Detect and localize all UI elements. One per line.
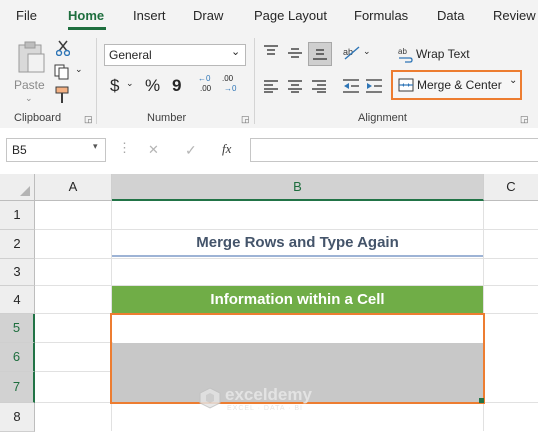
fill-handle[interactable] [479, 398, 484, 403]
decrease-decimal-button[interactable]: .00 →0 [222, 74, 242, 96]
group-separator [254, 38, 255, 124]
tab-insert[interactable]: Insert [133, 8, 166, 23]
tab-review[interactable]: Review [493, 8, 536, 23]
watermark-brand: exceldemy [225, 385, 312, 404]
arrow-left-icon: ←0 [198, 74, 211, 83]
wrap-text-button[interactable]: ab Wrap Text [397, 44, 471, 66]
increase-decimal-icon: .00 [200, 84, 212, 93]
name-box[interactable]: B5 ▾ [6, 138, 106, 162]
tab-draw[interactable]: Draw [193, 8, 223, 23]
tab-formulas[interactable]: Formulas [354, 8, 408, 23]
number-group-label: Number [147, 112, 187, 124]
increase-decimal-button[interactable]: ←0 .00 [198, 74, 218, 96]
gridline [35, 342, 113, 343]
formula-bar: B5 ▾ ⋮ ✕ ✓ fx [0, 128, 538, 175]
gridline [35, 371, 113, 372]
increase-indent-icon[interactable] [365, 78, 383, 94]
arrow-right-icon: →0 [224, 84, 237, 93]
tab-data[interactable]: Data [437, 8, 464, 23]
row-header-3[interactable]: 3 [0, 259, 35, 286]
tab-file[interactable]: File [16, 8, 37, 23]
watermark: exceldemy EXCEL · DATA · BI [197, 384, 341, 414]
clipboard-group-label: Clipboard [14, 112, 62, 124]
formula-input[interactable] [250, 138, 538, 162]
column-header-a[interactable]: A [35, 174, 112, 201]
watermark-tagline: EXCEL · DATA · BI [227, 405, 303, 412]
middle-align-icon[interactable] [287, 46, 303, 60]
align-left-icon[interactable] [263, 79, 279, 93]
merge-center-button[interactable]: Merge & Center ⌄ [391, 70, 522, 100]
tab-home[interactable]: Home [68, 8, 104, 23]
orientation-icon[interactable]: ab [342, 43, 362, 61]
wrap-text-label: Wrap Text [416, 47, 470, 61]
column-header-b[interactable]: B [112, 174, 484, 201]
paste-icon [18, 41, 45, 73]
tab-page-layout[interactable]: Page Layout [254, 8, 327, 23]
chevron-down-icon: ⌄ [231, 46, 241, 58]
orientation-dropdown-icon[interactable]: ⌄ [363, 46, 371, 57]
currency-button[interactable]: $ [110, 76, 119, 96]
paste-dropdown-icon[interactable]: ⌄ [25, 93, 33, 104]
row-header-7[interactable]: 7 [0, 372, 35, 403]
ribbon-tab-bar: File Home Insert Draw Page Layout Formul… [0, 0, 538, 32]
copy-dropdown-icon[interactable]: ⌄ [75, 64, 83, 75]
percent-button[interactable]: % [145, 76, 160, 96]
clipboard-dialog-launcher-icon[interactable]: ◲ [84, 114, 93, 125]
column-header-c[interactable]: C [484, 174, 538, 201]
active-tab-indicator [68, 27, 106, 30]
row-header-6[interactable]: 6 [0, 343, 35, 372]
row-header-8[interactable]: 8 [0, 403, 35, 432]
paste-label: Paste [14, 78, 45, 92]
bottom-align-icon [313, 49, 327, 60]
row-header-4[interactable]: 4 [0, 286, 35, 314]
cut-icon[interactable] [56, 40, 70, 56]
alignment-group-label: Alignment [358, 112, 407, 124]
chevron-down-icon[interactable]: ▾ [93, 141, 98, 152]
copy-icon[interactable] [54, 64, 70, 80]
currency-dropdown-icon[interactable]: ⌄ [126, 78, 134, 89]
align-right-icon[interactable] [311, 79, 327, 93]
title-underline [112, 255, 483, 257]
cancel-icon[interactable]: ✕ [148, 142, 159, 158]
decrease-indent-icon[interactable] [342, 78, 360, 94]
svg-text:ab: ab [398, 47, 407, 56]
comma-style-button[interactable]: 9 [172, 76, 181, 96]
merge-center-label: Merge & Center [417, 78, 502, 92]
select-all-icon [20, 186, 30, 196]
bottom-align-button[interactable] [308, 42, 332, 66]
row-header-2[interactable]: 2 [0, 230, 35, 259]
chevron-down-icon[interactable]: ⌄ [509, 75, 517, 86]
align-center-icon[interactable] [287, 79, 303, 93]
enter-icon[interactable]: ✓ [185, 142, 197, 159]
merge-cells-icon [398, 78, 414, 92]
number-format-select[interactable]: General ⌄ [104, 44, 246, 66]
title-cell[interactable]: Merge Rows and Type Again [112, 230, 483, 256]
row-header-5[interactable]: 5 [0, 314, 35, 343]
insert-function-icon[interactable]: fx [222, 141, 231, 157]
number-format-value: General [109, 48, 152, 62]
header-cell[interactable]: Information within a Cell [112, 286, 483, 313]
paste-button[interactable]: Paste ⌄ [10, 38, 52, 104]
format-painter-icon[interactable] [54, 86, 70, 104]
select-all-corner[interactable] [0, 174, 35, 201]
ribbon: Paste ⌄ ⌄ Clipboard ◲ General ⌄ $ ⌄ % 9 … [0, 32, 538, 129]
group-separator [96, 38, 97, 124]
number-dialog-launcher-icon[interactable]: ◲ [241, 114, 250, 125]
decrease-decimal-icon: .00 [222, 74, 234, 83]
formula-bar-grip-icon: ⋮ [118, 140, 131, 155]
wrap-text-icon: ab [398, 47, 413, 63]
name-box-value: B5 [12, 143, 27, 157]
row-header-1[interactable]: 1 [0, 201, 35, 230]
alignment-dialog-launcher-icon[interactable]: ◲ [520, 114, 529, 125]
top-align-icon[interactable] [263, 44, 279, 58]
exceldemy-logo-icon [199, 387, 221, 409]
